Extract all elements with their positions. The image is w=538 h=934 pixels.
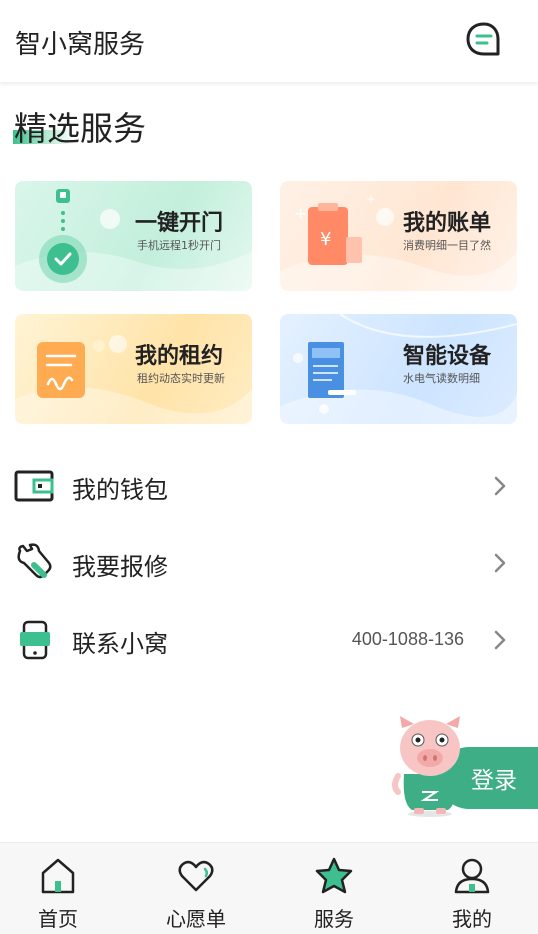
user-icon bbox=[454, 858, 490, 894]
card-my-lease[interactable]: 我的租约 租约动态实时更新 bbox=[15, 314, 252, 424]
tab-services[interactable]: 服务 bbox=[279, 843, 389, 934]
login-label[interactable]: 登录 bbox=[471, 761, 517, 795]
list-item-repair[interactable]: 我要报修 bbox=[0, 527, 538, 597]
list-item-label: 我的钱包 bbox=[72, 476, 168, 504]
card-title: 智能设备 bbox=[403, 344, 492, 369]
list-item-contact[interactable]: 联系小窝 400-1088-136 bbox=[0, 604, 538, 674]
home-icon bbox=[41, 858, 75, 894]
tab-label: 服务 bbox=[314, 907, 354, 931]
star-icon bbox=[315, 857, 353, 894]
card-smart-device[interactable]: 智能设备 水电气读数明细 bbox=[280, 314, 517, 424]
tab-label: 首页 bbox=[38, 907, 78, 931]
svg-text:¥: ¥ bbox=[320, 229, 331, 250]
hotline-number[interactable]: 400-1088-136 bbox=[352, 629, 464, 650]
heart-icon bbox=[178, 860, 214, 892]
card-subtitle: 租约动态实时更新 bbox=[137, 372, 225, 385]
wallet-icon bbox=[14, 470, 54, 502]
card-open-door[interactable]: 一键开门 手机远程1秒开门 bbox=[15, 181, 252, 291]
card-my-bill[interactable]: + + ¥ 我的账单 消费明细一目了然 bbox=[280, 181, 517, 291]
phone-icon bbox=[20, 620, 50, 660]
list-item-label: 我要报修 bbox=[72, 553, 168, 581]
card-subtitle: 手机远程1秒开门 bbox=[137, 239, 221, 252]
tab-label: 心愿单 bbox=[166, 907, 226, 931]
app-header: 智小窝服务 bbox=[0, 0, 538, 82]
card-subtitle: 消费明细一目了然 bbox=[403, 239, 491, 252]
page-title: 智小窝服务 bbox=[15, 30, 146, 60]
tab-wishlist[interactable]: 心愿单 bbox=[141, 843, 251, 934]
tab-label: 我的 bbox=[452, 907, 492, 931]
wrench-icon bbox=[17, 543, 52, 579]
chevron-right-icon bbox=[494, 476, 506, 496]
list-item-wallet[interactable]: 我的钱包 bbox=[0, 450, 538, 520]
chevron-right-icon bbox=[494, 553, 506, 573]
chevron-right-icon bbox=[494, 630, 506, 650]
tab-home[interactable]: 首页 bbox=[3, 843, 113, 934]
tab-profile[interactable]: 我的 bbox=[417, 843, 527, 934]
chat-bubble-icon[interactable] bbox=[464, 20, 504, 60]
svg-text:+: + bbox=[294, 204, 307, 223]
list-item-label: 联系小窝 bbox=[72, 630, 168, 658]
card-title: 我的账单 bbox=[403, 211, 492, 236]
pig-mascot-icon bbox=[392, 716, 460, 817]
svg-text:+: + bbox=[366, 192, 376, 206]
section-title: 精选服务 bbox=[14, 109, 146, 148]
bottom-nav: 首页 心愿单 服务 我的 bbox=[0, 842, 538, 934]
card-title: 我的租约 bbox=[135, 344, 224, 369]
card-subtitle: 水电气读数明细 bbox=[403, 372, 480, 385]
card-title: 一键开门 bbox=[135, 211, 224, 236]
